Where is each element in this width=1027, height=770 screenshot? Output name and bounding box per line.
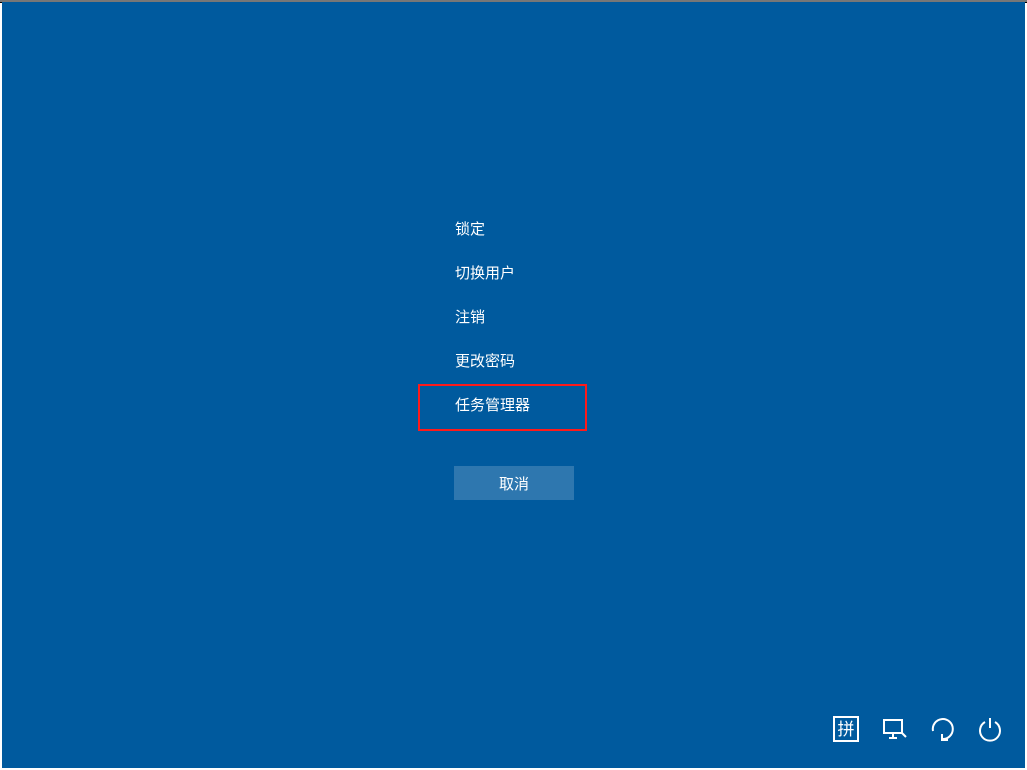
network-icon[interactable] (881, 716, 907, 742)
menu-item-task-manager[interactable]: 任务管理器 (455, 396, 530, 416)
menu-item-sign-out[interactable]: 注销 (455, 308, 530, 328)
menu-item-change-password[interactable]: 更改密码 (455, 352, 530, 372)
cancel-button[interactable]: 取消 (454, 466, 574, 500)
system-tray: 拼 (833, 716, 1003, 742)
menu-item-lock[interactable]: 锁定 (455, 220, 530, 240)
security-options-menu: 锁定 切换用户 注销 更改密码 任务管理器 (455, 220, 530, 440)
ease-of-access-icon[interactable] (929, 716, 955, 742)
secure-attention-screen: 锁定 切换用户 注销 更改密码 任务管理器 取消 拼 (2, 2, 1025, 768)
menu-item-switch-user[interactable]: 切换用户 (455, 264, 530, 284)
power-icon[interactable] (977, 716, 1003, 742)
ime-label: 拼 (833, 716, 859, 742)
ime-icon[interactable]: 拼 (833, 716, 859, 742)
